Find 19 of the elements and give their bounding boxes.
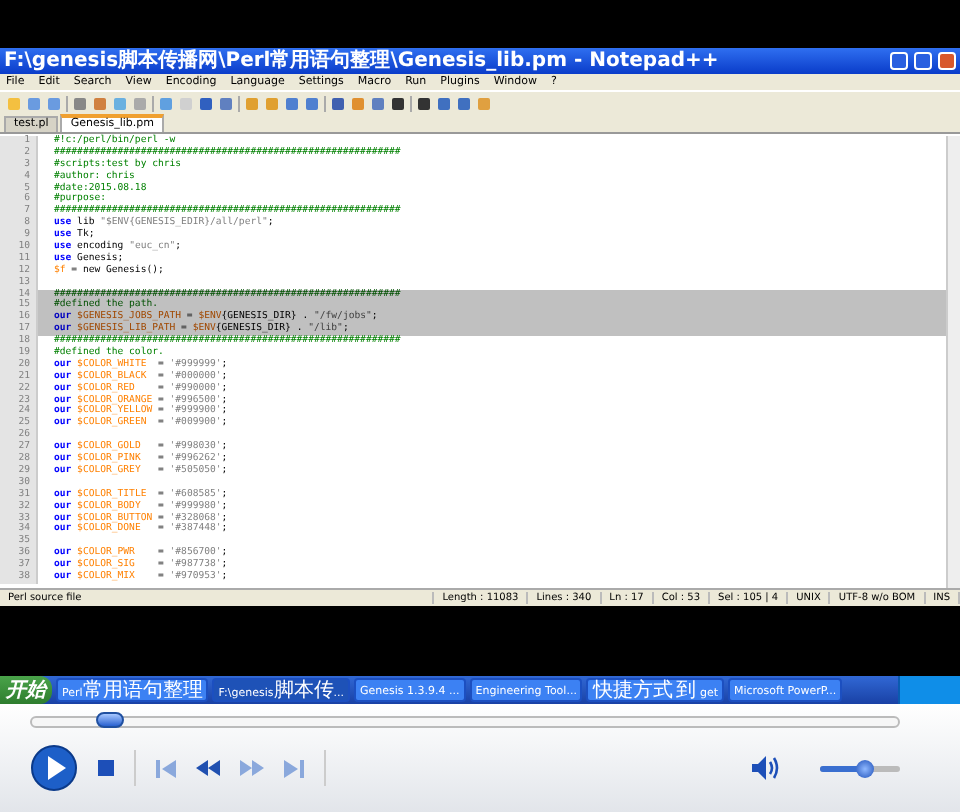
previous-button[interactable] [156, 759, 176, 777]
window-title: F:\genesis脚本传播网\Perl常用语句整理\Genesis_lib.pm - Notepad++ [4, 48, 721, 74]
play-button[interactable] [30, 744, 78, 792]
volume-button[interactable] [752, 756, 780, 780]
volume-thumb[interactable] [856, 759, 874, 777]
toolbar-button[interactable] [330, 95, 346, 111]
fast-forward-button[interactable] [240, 760, 264, 776]
toolbar-button[interactable] [416, 95, 432, 111]
system-tray [898, 676, 960, 704]
toolbar-button[interactable] [198, 95, 214, 111]
start-button[interactable]: 开始 [0, 676, 52, 704]
close-button[interactable] [938, 52, 956, 70]
maximize-button[interactable] [914, 52, 932, 70]
minimize-button[interactable] [890, 52, 908, 70]
toolbar-button[interactable] [390, 95, 406, 111]
scrollbar[interactable] [946, 136, 960, 588]
seek-thumb[interactable] [95, 712, 124, 728]
next-button[interactable] [284, 759, 304, 777]
rewind-button[interactable] [196, 760, 220, 776]
